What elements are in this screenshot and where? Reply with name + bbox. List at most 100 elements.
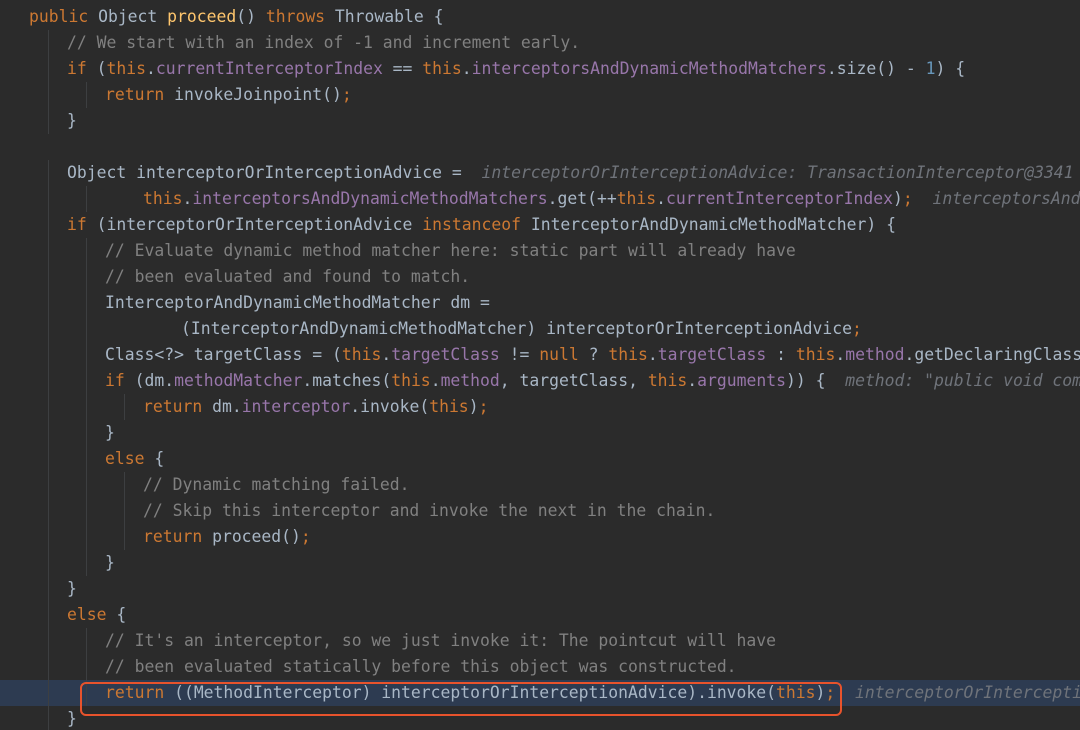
code-token: (interceptorOrInterceptionAdvice xyxy=(96,215,423,234)
code-token: null xyxy=(539,345,589,364)
debug-inline-hint: method: "public void com.myb xyxy=(845,371,1080,390)
code-token: ((MethodInterceptor) interceptorOrInterc… xyxy=(174,683,777,702)
code-token: . xyxy=(835,345,846,364)
code-token: ) { xyxy=(935,59,966,78)
code-token: . xyxy=(461,59,472,78)
code-line[interactable]: if (this.currentInterceptorIndex == this… xyxy=(0,56,1080,82)
code-text: public Object proceed() throws Throwable… xyxy=(29,4,443,30)
code-text: } xyxy=(67,108,77,134)
code-token: ; xyxy=(478,397,489,416)
code-line[interactable]: else { xyxy=(0,602,1080,628)
code-token: else xyxy=(105,449,155,468)
indent-guide xyxy=(48,368,49,394)
code-token: ; xyxy=(300,527,311,546)
indent-guide xyxy=(48,160,49,186)
code-editor[interactable]: public Object proceed() throws Throwable… xyxy=(0,0,1080,730)
code-token: . xyxy=(656,189,667,208)
code-token: ) xyxy=(815,683,826,702)
code-token: 1 xyxy=(925,59,936,78)
code-token: targetClass xyxy=(657,345,767,364)
code-text: InterceptorAndDynamicMethodMatcher dm = xyxy=(105,290,490,316)
indent-guide xyxy=(48,628,49,654)
code-token: )) { xyxy=(785,371,826,390)
indent-guide xyxy=(86,498,87,524)
code-token: ; xyxy=(902,189,913,208)
code-token: } xyxy=(105,553,115,572)
code-token: } xyxy=(67,709,77,728)
indent-guide xyxy=(86,472,87,498)
code-line[interactable]: // It's an interceptor, so we just invok… xyxy=(0,628,1080,654)
code-line[interactable]: if (interceptorOrInterceptionAdvice inst… xyxy=(0,212,1080,238)
code-line[interactable]: // Evaluate dynamic method matcher here:… xyxy=(0,238,1080,264)
code-token: () xyxy=(236,7,266,26)
indent-guide xyxy=(48,706,49,730)
indent-guide xyxy=(48,238,49,264)
code-comment: // Evaluate dynamic method matcher here:… xyxy=(105,241,796,260)
code-text: } xyxy=(105,420,115,446)
code-line[interactable]: // been evaluated statically before this… xyxy=(0,654,1080,680)
code-line[interactable]: (InterceptorAndDynamicMethodMatcher) int… xyxy=(0,316,1080,342)
code-line[interactable]: } xyxy=(0,420,1080,446)
indent-guide xyxy=(48,524,49,550)
code-line[interactable]: Class<?> targetClass = (this.targetClass… xyxy=(0,342,1080,368)
indent-guide xyxy=(48,420,49,446)
code-line[interactable]: Object interceptorOrInterceptionAdvice =… xyxy=(0,160,1080,186)
indent-guide xyxy=(48,550,49,576)
code-token: this xyxy=(106,59,146,78)
code-text: // Skip this interceptor and invoke the … xyxy=(143,498,715,524)
code-line[interactable]: public Object proceed() throws Throwable… xyxy=(0,4,1080,30)
code-text: // been evaluated statically before this… xyxy=(105,654,737,680)
code-token: } xyxy=(67,111,77,130)
code-token: . xyxy=(182,189,193,208)
code-text: // We start with an index of -1 and incr… xyxy=(67,30,580,56)
code-line[interactable]: return invokeJoinpoint(); xyxy=(0,82,1080,108)
code-line[interactable]: // Dynamic matching failed. xyxy=(0,472,1080,498)
code-text: else { xyxy=(67,602,126,628)
indent-guide xyxy=(48,186,49,212)
code-text: } xyxy=(67,576,77,602)
code-token: this xyxy=(391,371,431,390)
code-line[interactable]: } xyxy=(0,108,1080,134)
code-line[interactable]: if (dm.methodMatcher.matches(this.method… xyxy=(0,368,1080,394)
code-token: interceptorsAndDynamicMethodMatchers xyxy=(471,59,827,78)
indent-guide xyxy=(86,368,87,394)
code-token: .size() - xyxy=(826,59,926,78)
indent-guide xyxy=(86,420,87,446)
code-token: { xyxy=(116,605,127,624)
code-line[interactable]: return proceed(); xyxy=(0,524,1080,550)
code-line[interactable]: return dm.interceptor.invoke(this); xyxy=(0,394,1080,420)
code-token: : xyxy=(766,345,796,364)
indent-guide xyxy=(86,524,87,550)
code-line[interactable]: InterceptorAndDynamicMethodMatcher dm = xyxy=(0,290,1080,316)
code-line[interactable] xyxy=(0,134,1080,160)
code-token: targetClass xyxy=(391,345,500,364)
code-line[interactable]: return ((MethodInterceptor) interceptorO… xyxy=(0,680,1080,706)
code-token: .get(++ xyxy=(547,189,617,208)
code-token: return xyxy=(105,85,175,104)
code-comment: // Dynamic matching failed. xyxy=(143,475,410,494)
code-line[interactable]: else { xyxy=(0,446,1080,472)
indent-guide xyxy=(48,654,49,680)
code-token: this xyxy=(795,345,836,364)
indent-guide xyxy=(48,498,49,524)
code-line[interactable]: } xyxy=(0,576,1080,602)
code-text: } xyxy=(105,550,115,576)
code-text: if (interceptorOrInterceptionAdvice inst… xyxy=(67,212,896,238)
code-token: this xyxy=(647,371,688,390)
code-line[interactable]: // been evaluated and found to match. xyxy=(0,264,1080,290)
code-line[interactable]: } xyxy=(0,706,1080,730)
code-line[interactable]: // We start with an index of -1 and incr… xyxy=(0,30,1080,56)
code-line[interactable]: } xyxy=(0,550,1080,576)
code-token: this xyxy=(608,345,648,364)
code-token: .matches( xyxy=(302,371,392,390)
indent-guide xyxy=(48,446,49,472)
code-line[interactable]: this.interceptorsAndDynamicMethodMatcher… xyxy=(0,186,1080,212)
code-line[interactable]: // Skip this interceptor and invoke the … xyxy=(0,498,1080,524)
code-token: Object xyxy=(98,7,168,26)
code-token: } xyxy=(105,423,115,442)
code-token: . xyxy=(647,345,658,364)
code-token: interceptorsAndDynamicMethodMatchers xyxy=(192,189,548,208)
code-token: ) xyxy=(893,189,903,208)
indent-guide xyxy=(48,264,49,290)
code-token: this xyxy=(776,683,816,702)
